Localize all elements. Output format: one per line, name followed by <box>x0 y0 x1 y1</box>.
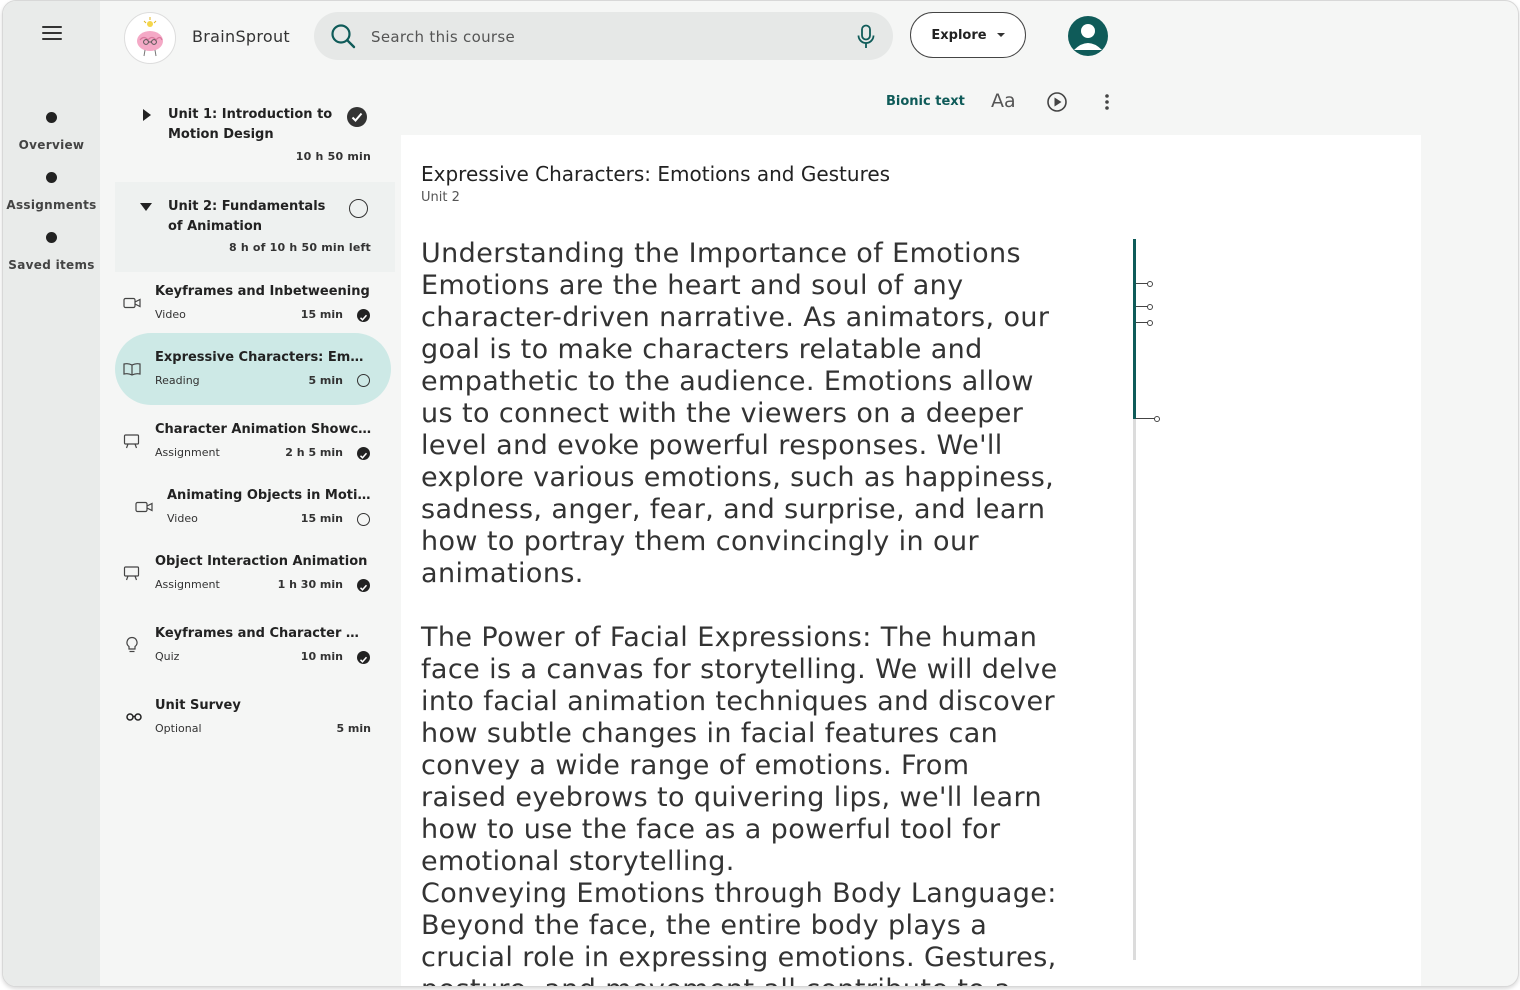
search-bar[interactable] <box>314 12 893 62</box>
item-type: Video <box>167 512 198 525</box>
more-options-icon[interactable] <box>1101 91 1113 113</box>
rail-item-overview[interactable]: Overview <box>3 112 100 152</box>
section-marker[interactable] <box>1136 280 1153 287</box>
reading-body: Understanding the Importance of Emotions… <box>421 238 1061 986</box>
reading-progress-fill <box>1133 239 1136 419</box>
user-icon <box>1074 24 1102 50</box>
item-type: Optional <box>155 722 202 735</box>
rail-item-saved-items[interactable]: Saved items <box>3 232 100 272</box>
rail-label: Overview <box>18 138 85 152</box>
item-time: 2 h 5 min <box>285 446 343 459</box>
unit-2[interactable]: Unit 2: Fundamentals of Animation 8 h of… <box>115 182 395 272</box>
unit-remaining: 8 h of 10 h 50 min left <box>228 241 371 254</box>
book-icon <box>123 363 141 376</box>
list-item[interactable]: Keyframes and Inbetweening Video 15 min <box>115 277 395 337</box>
section-marker[interactable] <box>1136 415 1160 422</box>
section-marker[interactable] <box>1136 319 1153 326</box>
section-marker[interactable] <box>1136 303 1153 310</box>
glasses-icon <box>126 713 142 721</box>
overview-dot-icon <box>46 112 57 123</box>
item-title: Animating Objects in Motion Graphics <box>167 488 373 503</box>
collapse-arrow-icon[interactable] <box>140 203 152 211</box>
presentation-icon <box>123 434 140 449</box>
completed-check-icon <box>347 107 367 127</box>
reading-pane: Expressive Characters: Emotions and Gest… <box>401 135 1421 986</box>
nav-rail: Overview Assignments Saved items <box>3 1 100 986</box>
search-input[interactable] <box>369 12 843 62</box>
item-time: 15 min <box>300 512 343 525</box>
presentation-icon <box>123 566 140 581</box>
hamburger-menu-icon[interactable] <box>42 26 62 40</box>
brain-logo-icon <box>137 17 163 57</box>
item-title: Unit Survey <box>155 698 241 713</box>
item-time: 15 min <box>300 308 343 321</box>
item-title: Expressive Characters: Emotions and Gest… <box>155 350 371 365</box>
explore-label: Explore <box>931 27 987 43</box>
incomplete-circle-icon <box>357 374 370 387</box>
play-audio-icon[interactable] <box>1046 91 1068 113</box>
brand-logo[interactable] <box>124 12 176 64</box>
list-item[interactable]: Animating Objects in Motion Graphics Vid… <box>115 481 395 541</box>
saved-items-dot-icon <box>46 232 57 243</box>
list-item-selected[interactable]: Expressive Characters: Emotions and Gest… <box>115 333 391 405</box>
page-subtitle: Unit 2 <box>421 190 460 205</box>
rail-label: Saved items <box>8 258 95 272</box>
expand-arrow-icon[interactable] <box>143 109 151 121</box>
completed-check-icon <box>357 447 370 460</box>
search-icon[interactable] <box>330 23 356 49</box>
item-type: Reading <box>155 374 200 387</box>
video-icon <box>135 501 153 513</box>
incomplete-circle-icon <box>357 513 370 526</box>
brand-name[interactable]: BrainSprout <box>192 27 290 46</box>
item-type: Quiz <box>155 650 180 663</box>
item-time: 5 min <box>308 374 343 387</box>
reading-progress-track[interactable] <box>1133 239 1160 960</box>
unit-title: Unit 1: Introduction to Motion Design <box>168 107 333 142</box>
incomplete-circle-icon <box>349 199 368 218</box>
item-time: 5 min <box>336 722 371 735</box>
item-title: Keyframes and Character Animation <box>155 626 367 641</box>
list-item[interactable]: Object Interaction Animation Assignment … <box>115 547 395 607</box>
app-window: Overview Assignments Saved items BrainSp… <box>2 0 1519 987</box>
video-icon <box>123 297 141 309</box>
paragraph: Understanding the Importance of Emotions… <box>421 238 1055 589</box>
item-title: Character Animation Showcase <box>155 422 373 437</box>
user-avatar[interactable] <box>1068 16 1108 56</box>
rail-item-assignments[interactable]: Assignments <box>3 172 100 212</box>
explore-button[interactable]: Explore <box>910 12 1026 58</box>
list-item[interactable]: Keyframes and Character Animation Quiz 1… <box>115 619 395 679</box>
completed-check-icon <box>357 579 370 592</box>
item-time: 1 h 30 min <box>277 578 343 591</box>
unit-duration: 10 h 50 min <box>295 150 371 163</box>
list-item[interactable]: Character Animation Showcase Assignment … <box>115 415 395 475</box>
rail-label: Assignments <box>6 198 97 212</box>
paragraph: The Power of Facial Expressions: The hum… <box>421 622 1058 877</box>
assignments-dot-icon <box>46 172 57 183</box>
item-time: 10 min <box>300 650 343 663</box>
lightbulb-icon <box>126 636 138 653</box>
unit-title: Unit 2: Fundamentals of Animation <box>168 199 326 234</box>
item-title: Keyframes and Inbetweening <box>155 284 370 299</box>
item-type: Assignment <box>155 578 220 591</box>
page-title: Expressive Characters: Emotions and Gest… <box>421 162 891 186</box>
microphone-icon[interactable] <box>856 24 876 50</box>
unit-1[interactable]: Unit 1: Introduction to Motion Design 10… <box>115 91 395 173</box>
bionic-text-button[interactable]: Bionic text <box>886 94 965 109</box>
completed-check-icon <box>357 651 370 664</box>
list-item[interactable]: Unit Survey Optional 5 min <box>115 691 395 751</box>
caret-down-icon <box>996 33 1005 37</box>
font-size-button[interactable]: Aa <box>991 90 1016 112</box>
paragraph: Conveying Emotions through Body Language… <box>421 878 1057 986</box>
item-title: Object Interaction Animation <box>155 554 368 569</box>
completed-check-icon <box>357 309 370 322</box>
item-type: Video <box>155 308 186 321</box>
item-type: Assignment <box>155 446 220 459</box>
